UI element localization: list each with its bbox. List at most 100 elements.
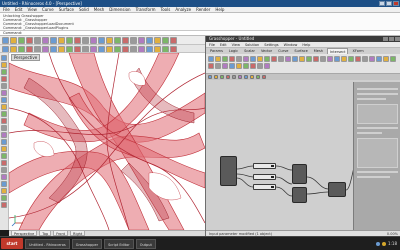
grasshopper-menu-file[interactable]: File [209, 42, 215, 47]
rhino-tool-icon[interactable] [130, 37, 137, 44]
rhino-side-tool-icon[interactable] [1, 181, 7, 187]
rhino-tool-icon[interactable] [98, 37, 105, 44]
minimize-icon[interactable] [379, 1, 385, 6]
rhino-secondary-tool-icon[interactable] [106, 46, 113, 52]
close-icon[interactable] [395, 37, 400, 41]
grasshopper-canvas[interactable] [206, 74, 400, 230]
rhino-side-tool-icon[interactable] [1, 83, 7, 89]
grasshopper-component-tool-icon[interactable] [320, 56, 326, 62]
grasshopper-component-tool-icon[interactable] [264, 63, 270, 69]
rhino-side-tool-icon[interactable] [1, 97, 7, 103]
grasshopper-component-tool-icon[interactable] [250, 56, 256, 62]
rhino-side-tool-icon[interactable] [1, 188, 7, 194]
grasshopper-component-tool-icon[interactable] [313, 56, 319, 62]
rhino-side-tool-icon[interactable] [1, 202, 7, 208]
grasshopper-component-tool-icon[interactable] [369, 56, 375, 62]
rhino-title-bar[interactable]: Untitled - Rhinoceros 4.0 - [Perspective… [0, 0, 400, 7]
grasshopper-component-tool-icon[interactable] [341, 56, 347, 62]
rhino-secondary-tool-icon[interactable] [170, 46, 177, 52]
grasshopper-component-tool-icon[interactable] [236, 56, 242, 62]
grasshopper-component-tool-icon[interactable] [250, 63, 256, 69]
grasshopper-component-tool-icon[interactable] [348, 56, 354, 62]
rhino-side-tool-icon[interactable] [1, 69, 7, 75]
rhino-secondary-tool-icon[interactable] [90, 46, 97, 52]
rhino-tool-icon[interactable] [10, 37, 17, 44]
grasshopper-component-tool-icon[interactable] [229, 56, 235, 62]
number-slider-2[interactable] [253, 174, 276, 180]
rhino-side-tool-icon[interactable] [1, 125, 7, 131]
grasshopper-menu-view[interactable]: View [232, 42, 240, 47]
close-icon[interactable] [393, 1, 399, 6]
grasshopper-menu-window[interactable]: Window [284, 42, 298, 47]
rhino-side-tool-icon[interactable] [1, 160, 7, 166]
number-slider-1[interactable] [253, 163, 276, 169]
rhino-tool-icon[interactable] [170, 37, 177, 44]
rhino-tool-icon[interactable] [146, 37, 153, 44]
grasshopper-component-tool-icon[interactable] [215, 56, 221, 62]
rhino-tool-icon[interactable] [66, 37, 73, 44]
network-icon[interactable] [376, 241, 381, 246]
grasshopper-component-tool-icon[interactable] [299, 56, 305, 62]
rhino-side-tool-icon[interactable] [1, 153, 7, 159]
menu-item-solid[interactable]: Solid [79, 7, 89, 12]
rhino-tool-icon[interactable] [18, 37, 25, 44]
rhino-secondary-tool-icon[interactable] [26, 46, 33, 52]
number-slider-3[interactable] [253, 184, 276, 190]
grasshopper-component-tool-icon[interactable] [208, 56, 214, 62]
rhino-secondary-tool-icon[interactable] [122, 46, 129, 52]
grasshopper-menu-edit[interactable]: Edit [220, 42, 227, 47]
rhino-tool-icon[interactable] [154, 37, 161, 44]
rhino-side-tool-icon[interactable] [1, 104, 7, 110]
perspective-viewport[interactable]: Perspective [9, 53, 205, 230]
rhino-secondary-tool-icon[interactable] [42, 46, 49, 52]
grasshopper-component-tool-icon[interactable] [208, 63, 214, 69]
menu-item-transform[interactable]: Transform [136, 7, 156, 12]
join-component[interactable] [328, 182, 346, 197]
grasshopper-component-tool-icon[interactable] [334, 56, 340, 62]
menu-item-tools[interactable]: Tools [160, 7, 170, 12]
volume-icon[interactable] [382, 241, 387, 246]
grasshopper-menu-solution[interactable]: Solution [245, 42, 259, 47]
maximize-icon[interactable] [386, 1, 392, 6]
rhino-secondary-tool-icon[interactable] [50, 46, 57, 52]
rhino-secondary-tool-icon[interactable] [98, 46, 105, 52]
rhino-tool-icon[interactable] [26, 37, 33, 44]
menu-item-surface[interactable]: Surface [59, 7, 74, 12]
start-button[interactable]: start [1, 238, 23, 249]
grasshopper-component-tool-icon[interactable] [257, 63, 263, 69]
menu-item-dimension[interactable]: Dimension [109, 7, 130, 12]
rhino-secondary-tool-icon[interactable] [130, 46, 137, 52]
maximize-icon[interactable] [389, 37, 394, 41]
rhino-side-tool-icon[interactable] [1, 167, 7, 173]
rhino-secondary-tool-icon[interactable] [18, 46, 25, 52]
rhino-side-tool-icon[interactable] [1, 174, 7, 180]
menu-item-edit[interactable]: Edit [15, 7, 23, 12]
menu-item-analyze[interactable]: Analyze [175, 7, 191, 12]
taskbar-button[interactable]: Untitled - Rhinoceros [25, 238, 70, 249]
rhino-side-tool-icon[interactable] [1, 118, 7, 124]
grasshopper-component-tool-icon[interactable] [376, 56, 382, 62]
rhino-tool-icon[interactable] [90, 37, 97, 44]
rhino-secondary-tool-icon[interactable] [74, 46, 81, 52]
rhino-tool-icon[interactable] [34, 37, 41, 44]
rhino-secondary-tool-icon[interactable] [82, 46, 89, 52]
grasshopper-component-tool-icon[interactable] [285, 56, 291, 62]
rhino-tool-icon[interactable] [82, 37, 89, 44]
rhino-side-tool-icon[interactable] [1, 55, 7, 61]
menu-item-view[interactable]: View [27, 7, 37, 12]
rhino-tool-icon[interactable] [114, 37, 121, 44]
taskbar-button[interactable]: Grasshopper [71, 238, 103, 249]
rhino-secondary-tool-icon[interactable] [138, 46, 145, 52]
grasshopper-component-tool-icon[interactable] [383, 56, 389, 62]
rhino-tool-icon[interactable] [122, 37, 129, 44]
rhino-tool-icon[interactable] [58, 37, 65, 44]
grasshopper-component-tool-icon[interactable] [215, 63, 221, 69]
grasshopper-component-tool-icon[interactable] [222, 63, 228, 69]
grasshopper-component-tool-icon[interactable] [362, 56, 368, 62]
rhino-side-tool-icon[interactable] [1, 146, 7, 152]
grasshopper-component-tool-icon[interactable] [236, 63, 242, 69]
grasshopper-component-tool-icon[interactable] [390, 56, 396, 62]
rhino-secondary-tool-icon[interactable] [66, 46, 73, 52]
rhino-secondary-tool-icon[interactable] [2, 46, 9, 52]
menu-item-file[interactable]: File [3, 7, 10, 12]
